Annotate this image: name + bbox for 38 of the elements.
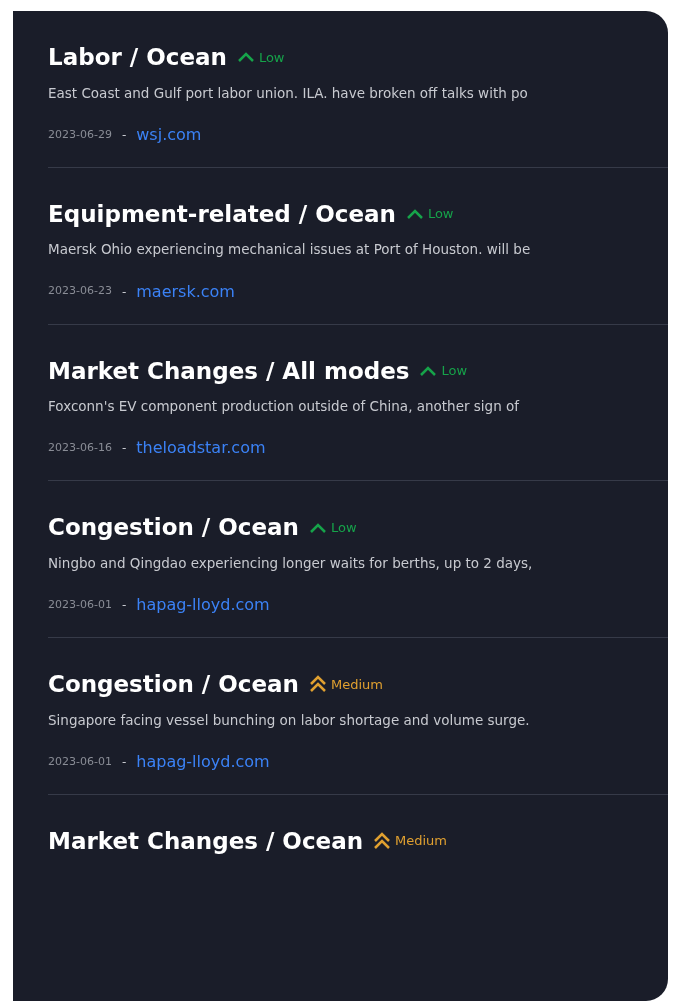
severity-indicator: Medium [373,831,447,851]
separator-dash: - [121,753,127,771]
alert-title: Equipment-related / Ocean [48,199,396,229]
separator-dash: - [121,440,127,458]
alert-date: 2023-06-01 [48,753,112,770]
alert-title: Congestion / Ocean [48,670,299,699]
alert-date: 2023-06-01 [48,596,112,613]
severity-indicator: Medium [308,674,383,694]
severity-indicator: Low [405,204,454,224]
alert-title: Market Changes / Ocean [48,826,364,856]
chevron-up-icon [419,364,438,377]
source-link[interactable]: hapag-lloyd.com [136,593,270,617]
source-link[interactable]: theloadstar.com [136,436,266,461]
severity-indicator: Low [236,47,285,67]
source-link[interactable]: wsj.com [136,122,202,147]
separator-dash: - [121,126,127,144]
alert-title: Market Changes / All modes [48,356,410,386]
alert-date: 2023-06-23 [48,283,112,300]
alert-description: Ningbo and Qingdao experiencing longer waits for berths, up to 2 days, [48,553,534,573]
double-chevron-up-icon [308,675,327,694]
chevron-up-icon [236,51,255,64]
alert-description: East Coast and Gulf port labor union. ILA. have broken off talks with po [48,83,529,103]
severity-indicator: Low [308,517,357,538]
double-chevron-up-icon [373,832,392,850]
source-link[interactable]: maersk.com [136,279,235,304]
chevron-up-icon [405,208,424,220]
alert-title: Labor / Ocean [48,43,227,72]
alert-title: Congestion / Ocean [48,513,299,543]
alert-date: 2023-06-29 [48,126,112,143]
source-link[interactable]: hapag-lloyd.com [136,749,270,774]
chevron-up-icon [308,521,327,534]
alert-description: Foxconn's EV component production outside of China, another sign of [48,397,521,416]
separator-dash: - [121,597,127,614]
alert-date: 2023-06-16 [48,440,112,456]
separator-dash: - [121,283,127,301]
alert-description: Singapore facing vessel bunching on labor shortage and volume surge. [48,710,531,730]
alert-description: Maersk Ohio experiencing mechanical issues at Port of Houston. will be [48,240,532,260]
severity-indicator: Low [419,361,468,381]
